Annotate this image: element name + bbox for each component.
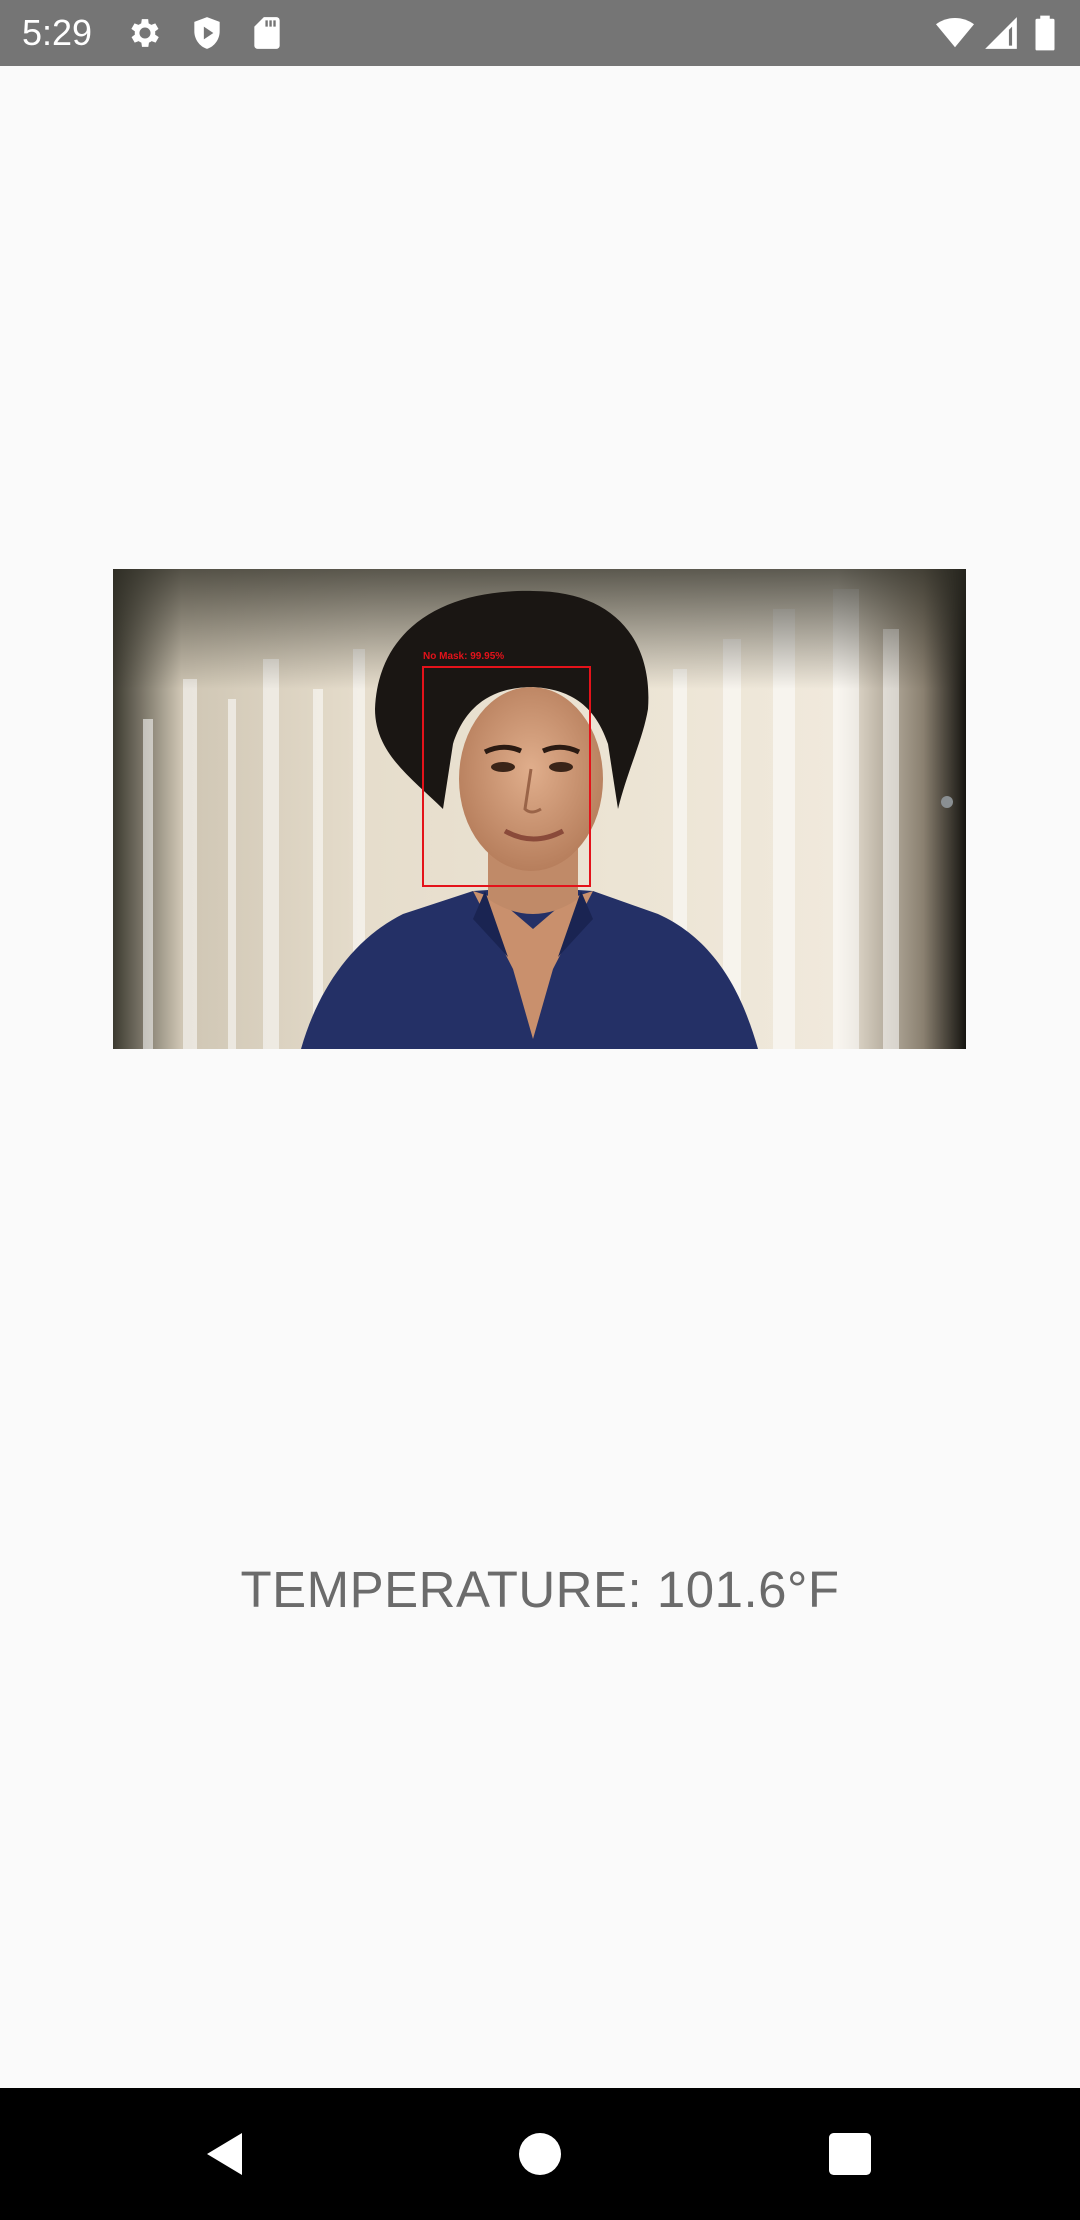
cellular-signal-icon: [982, 14, 1020, 52]
status-bar: 5:29: [0, 0, 1080, 66]
detection-photo: [113, 569, 966, 1049]
status-time: 5:29: [22, 12, 93, 53]
photo-illustration: [113, 569, 966, 1049]
temperature-reading: TEMPERATURE: 101.6°F: [240, 1561, 840, 1618]
recents-icon[interactable]: [822, 2126, 878, 2182]
home-icon[interactable]: [512, 2126, 568, 2182]
wifi-icon: [934, 14, 976, 52]
sd-card-icon: [248, 14, 286, 52]
detection-label: No Mask: 99.95%: [423, 651, 505, 662]
navigation-bar: [0, 2088, 1080, 2220]
battery-icon: [1030, 14, 1060, 52]
gear-icon: [126, 14, 164, 52]
app-screen: 5:29 No Mask: 99.95% TEMPERATURE: 101.6°…: [0, 0, 1080, 2220]
back-icon[interactable]: [200, 2126, 256, 2182]
shield-play-icon: [188, 14, 226, 52]
